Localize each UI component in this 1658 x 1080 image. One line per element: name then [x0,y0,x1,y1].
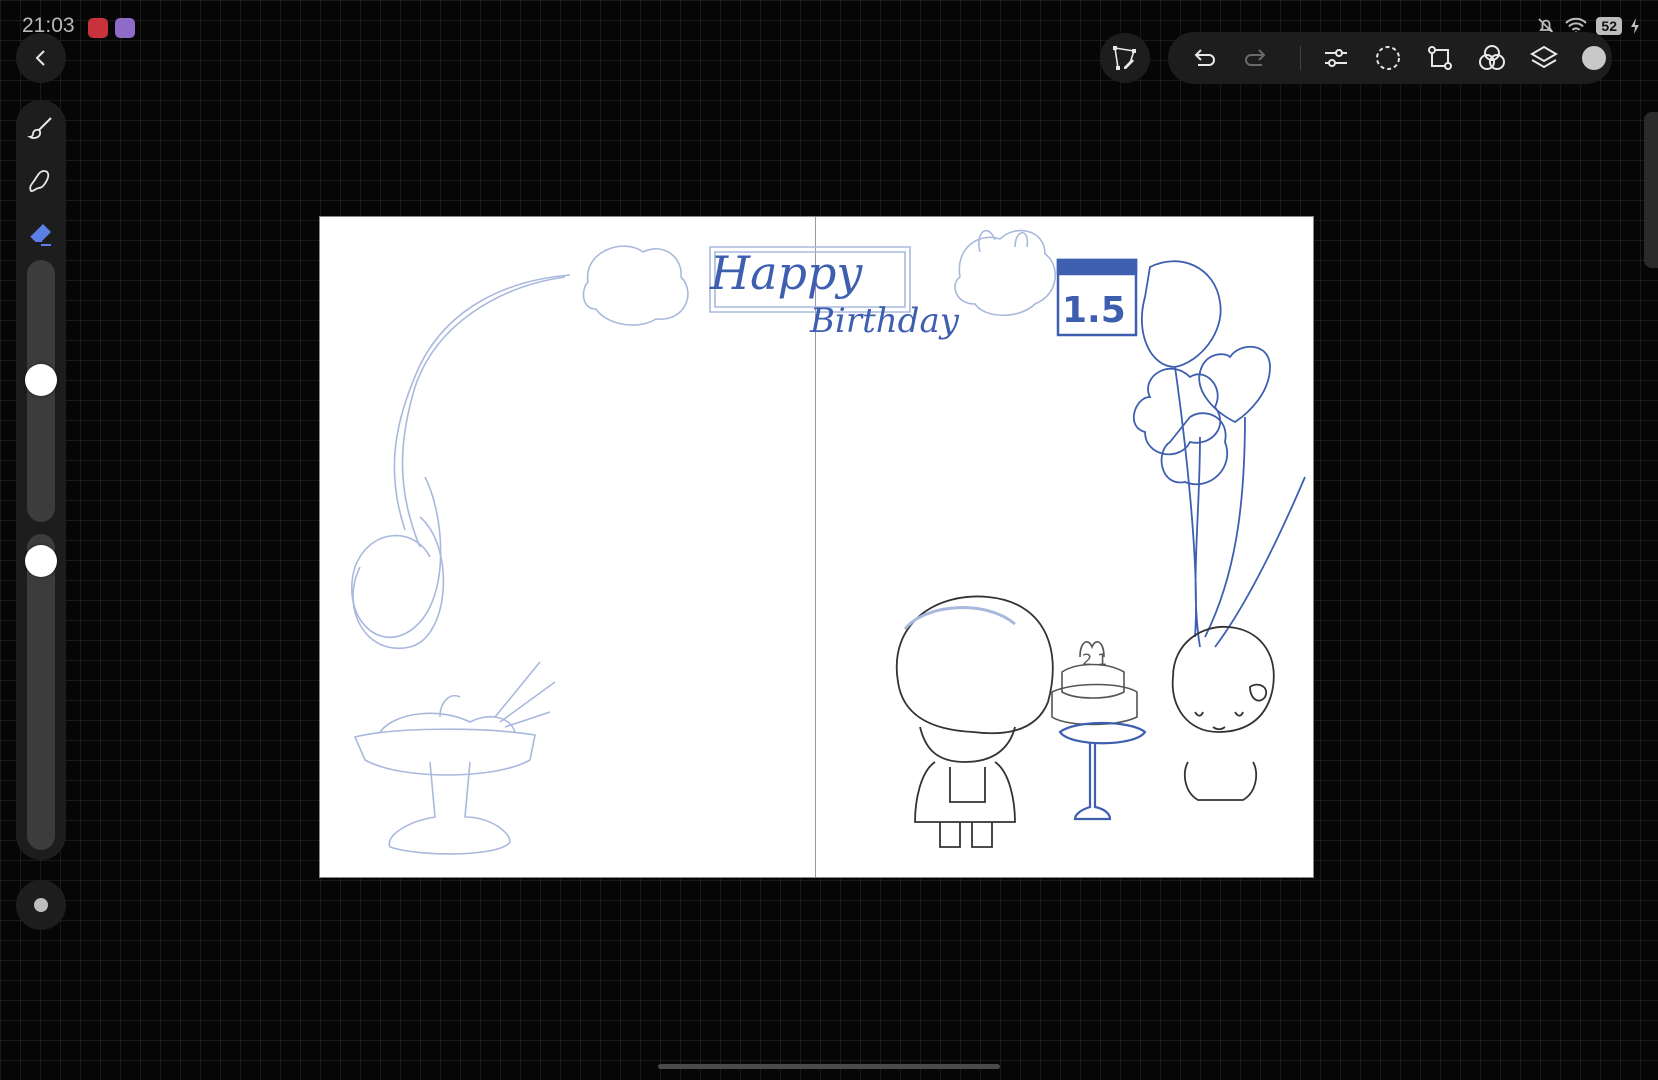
blend-button[interactable] [1476,42,1508,74]
boy-legs-sketch [939,822,993,848]
color-swatch-icon [1579,43,1609,73]
back-button[interactable] [16,33,66,83]
calendar-header [1056,258,1138,276]
boy-headband-sketch [903,606,1016,630]
greeting-happy: Happy [709,246,863,300]
girl-body-sketch [1183,761,1258,801]
adjustments-icon [1321,43,1351,73]
transform-icon [1425,43,1455,73]
fruit-sketch [379,695,516,733]
greeting-birthday: Birthday [809,301,960,341]
layers-icon [1529,43,1559,73]
drawing-canvas[interactable]: Happy Birthday 1.5 2 1 [320,217,1313,877]
eraser-tool[interactable] [25,218,57,250]
left-toolbar [16,100,66,860]
color-button[interactable] [1578,42,1610,74]
ribbon-loop [350,476,442,639]
adjustments-button[interactable] [1320,42,1352,74]
ribbon-stroke [393,274,571,531]
brush-icon [27,114,55,142]
brush-tool[interactable] [25,112,57,144]
layers-button[interactable] [1528,42,1560,74]
blend-icon [1477,43,1507,73]
balloon-sketch [1140,260,1222,368]
top-toolbar [1168,32,1612,84]
eraser-icon [27,220,55,248]
charging-icon [1630,17,1640,35]
toolbar-divider [1300,46,1301,70]
redo-icon [1241,43,1271,73]
girl-bow-sketch [1249,683,1268,702]
sketch-artwork: Happy Birthday 1.5 2 1 [350,229,1306,855]
selection-edit-icon [1110,43,1140,73]
transform-button[interactable] [1424,42,1456,74]
cloud-sketch [582,245,689,326]
calendar-number: 1.5 [1062,290,1126,331]
smudge-icon [27,167,55,195]
cake-plate-sketch [1058,721,1147,745]
brush-opacity-slider[interactable] [25,534,57,850]
brush-opacity-knob[interactable] [25,545,57,577]
selection-edit-button[interactable] [1100,33,1150,83]
brush-size-knob[interactable] [25,364,57,396]
modify-button[interactable] [16,880,66,930]
app-notification-icon [88,18,108,38]
app-notification-icon [115,18,135,38]
bunny-ears-sketch [978,229,1029,253]
balloon-sketch [1160,412,1228,485]
brush-size-slider[interactable] [25,260,57,522]
sparkle-strokes [494,661,556,728]
redo-button[interactable] [1240,42,1272,74]
bowl-stand-sketch [388,761,511,855]
boy-apron-sketch [949,767,986,803]
fruit-bowl-sketch [353,728,536,776]
undo-icon [1189,43,1219,73]
cake-tier-sketch [1061,663,1125,699]
undo-button[interactable] [1188,42,1220,74]
bunny-cloud-sketch [954,229,1057,316]
battery-indicator: 52 [1596,17,1622,35]
selection-icon [1373,43,1403,73]
chevron-left-icon [31,48,51,68]
girl-face-sketch [1194,711,1244,731]
modify-button-icon [32,896,50,914]
ribbon-loop [352,516,445,650]
balloon-strings [1174,366,1306,648]
girl-hair-sketch [1171,626,1275,733]
home-indicator[interactable] [658,1064,1000,1069]
smudge-tool[interactable] [25,165,57,197]
selection-button[interactable] [1372,42,1404,74]
side-panel-handle[interactable] [1644,112,1658,268]
cake-stand-sketch [1073,742,1112,821]
heart-balloon-sketch [1198,345,1271,424]
boy-body-sketch [914,761,1016,823]
cake-topper-number: 2 1 [1082,650,1107,669]
ribbon-stroke [401,276,566,548]
